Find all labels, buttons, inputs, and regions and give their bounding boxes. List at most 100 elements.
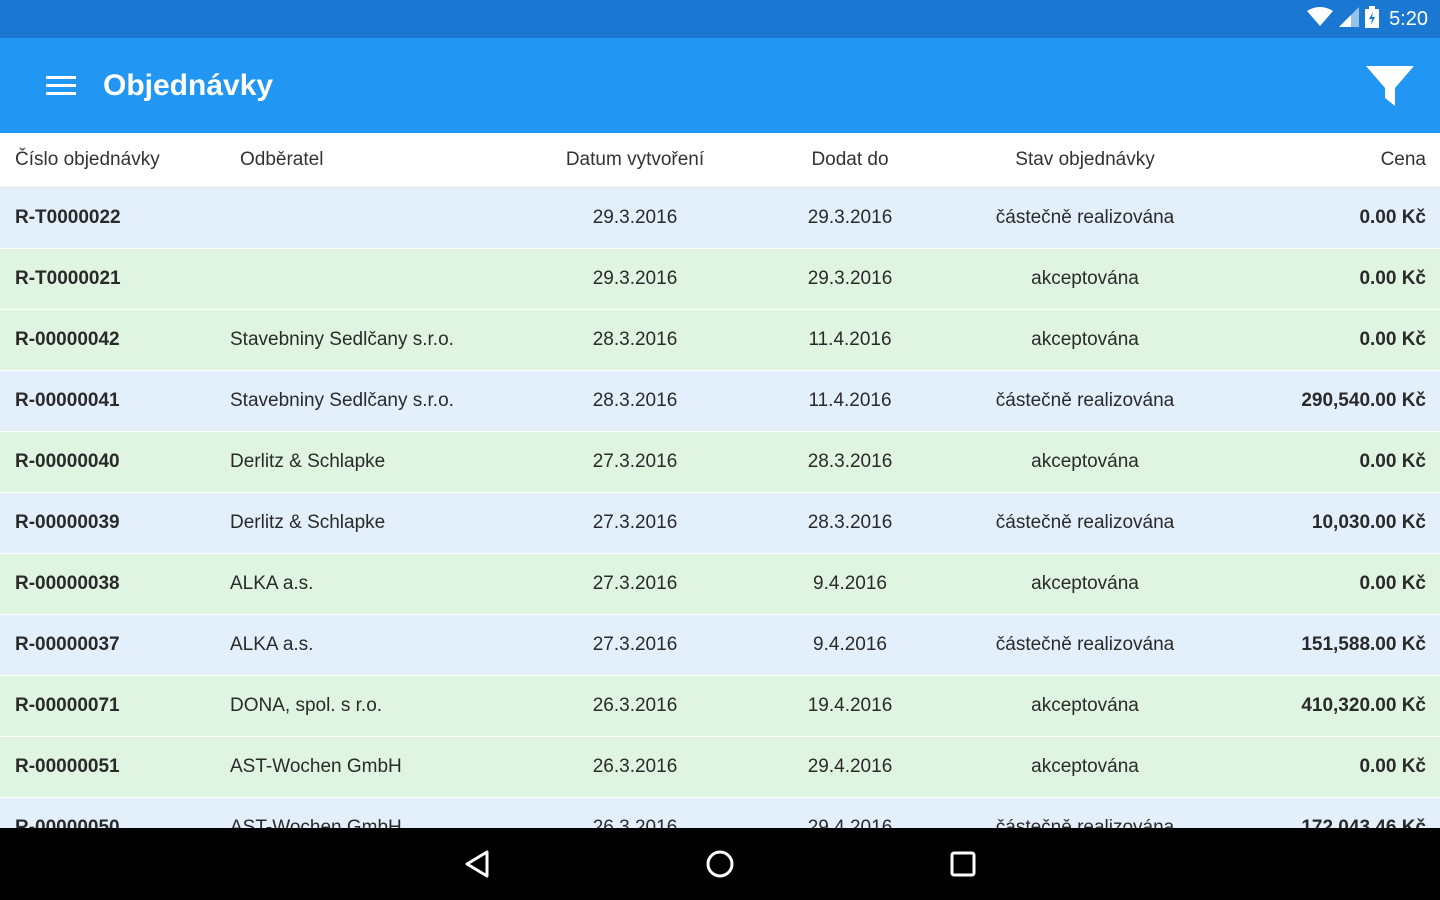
cell-created-date: 29.3.2016 <box>592 207 678 228</box>
cell-customer: Derlitz & Schlapke <box>230 512 386 533</box>
cell-created-date: 27.3.2016 <box>592 634 678 655</box>
battery-icon <box>1365 5 1380 33</box>
cell-order-number: R-00000042 <box>15 329 120 350</box>
table-row[interactable]: R-00000050 AST-Wochen GmbH 26.3.2016 29.4.2… <box>0 798 1440 828</box>
cell-status: akceptována <box>1031 329 1139 350</box>
cell-deliver-date: 11.4.2016 <box>808 329 892 350</box>
cell-created-date: 26.3.2016 <box>592 756 678 777</box>
cell-status: částečně realizována <box>995 512 1175 533</box>
cell-deliver-date: 29.3.2016 <box>807 268 893 289</box>
cell-price: 290,540.00 Kč <box>1301 390 1426 411</box>
cell-order-number: R-00000050 <box>15 817 120 828</box>
cell-price: 410,320.00 Kč <box>1301 695 1426 716</box>
filter-icon[interactable] <box>1362 58 1418 114</box>
cell-customer: ALKA a.s. <box>230 573 314 594</box>
cell-deliver-date: 11.4.2016 <box>808 390 892 411</box>
cell-customer: AST-Wochen GmbH <box>230 756 402 777</box>
cell-price: 10,030.00 Kč <box>1311 512 1426 533</box>
cell-deliver-date: 9.4.2016 <box>813 573 887 594</box>
cell-customer: ALKA a.s. <box>230 634 314 655</box>
navigation-bar <box>0 828 1440 900</box>
cell-deliver-date: 29.4.2016 <box>807 817 893 828</box>
table-row[interactable]: R-00000039 Derlitz & Schlapke 27.3.2016 28.… <box>0 493 1440 554</box>
cell-order-number: R-00000039 <box>15 512 120 533</box>
cell-created-date: 28.3.2016 <box>592 390 678 411</box>
table-row[interactable]: R-00000071 DONA, spol. s r.o. 26.3.2016 19.… <box>0 676 1440 737</box>
cell-order-number: R-00000038 <box>15 573 120 594</box>
column-header-deliver[interactable]: Dodat do <box>760 133 940 187</box>
cell-deliver-date: 29.3.2016 <box>807 207 893 228</box>
orders-table: Číslo objednávky Odběratel Datum vytvoře… <box>0 133 1440 828</box>
cell-created-date: 26.3.2016 <box>592 695 678 716</box>
cell-status: akceptována <box>1031 573 1139 594</box>
cell-order-number: R-T0000021 <box>15 268 121 289</box>
wifi-icon <box>1307 6 1334 32</box>
column-header-customer[interactable]: Odběratel <box>240 133 540 187</box>
cell-status: částečně realizována <box>995 817 1175 828</box>
table-row[interactable]: R-T0000022 29.3.2016 29.3.2016 částečně rea… <box>0 188 1440 249</box>
cell-order-number: R-00000037 <box>15 634 120 655</box>
cell-order-number: R-T0000022 <box>15 207 121 228</box>
table-row[interactable]: R-00000040 Derlitz & Schlapke 27.3.2016 28.… <box>0 432 1440 493</box>
hamburger-menu-icon[interactable] <box>34 66 88 106</box>
cell-price: 0.00 Kč <box>1359 268 1426 289</box>
cell-created-date: 27.3.2016 <box>592 573 678 594</box>
cell-price: 0.00 Kč <box>1359 207 1426 228</box>
cell-deliver-date: 9.4.2016 <box>813 634 887 655</box>
cell-customer <box>230 188 530 248</box>
table-row[interactable]: R-T0000021 29.3.2016 29.3.2016 akceptována 0… <box>0 249 1440 310</box>
cell-order-number: R-00000041 <box>15 390 120 411</box>
cell-price: 0.00 Kč <box>1359 329 1426 350</box>
cell-status: částečně realizována <box>995 390 1175 411</box>
table-body: R-T0000022 29.3.2016 29.3.2016 částečně rea… <box>0 188 1440 828</box>
cell-status: částečně realizována <box>995 207 1175 228</box>
table-row[interactable]: R-00000051 AST-Wochen GmbH 26.3.2016 29.4.2… <box>0 737 1440 798</box>
cell-status: částečně realizována <box>995 634 1175 655</box>
cell-price: 0.00 Kč <box>1359 451 1426 472</box>
column-header-price[interactable]: Cena <box>1206 133 1426 187</box>
cell-price: 151,588.00 Kč <box>1301 634 1426 655</box>
cell-customer <box>230 249 530 309</box>
cell-created-date: 29.3.2016 <box>592 268 678 289</box>
cell-price: 0.00 Kč <box>1359 573 1426 594</box>
table-row[interactable]: R-00000042 Stavebniny Sedlčany s.r.o. 28.3… <box>0 310 1440 371</box>
cell-status: akceptována <box>1031 756 1139 777</box>
cell-price: 0.00 Kč <box>1359 756 1426 777</box>
cell-deliver-date: 28.3.2016 <box>807 512 893 533</box>
cell-deliver-date: 28.3.2016 <box>807 451 893 472</box>
table-row[interactable]: R-00000037 ALKA a.s. 27.3.2016 9.4.2016 část… <box>0 615 1440 676</box>
cell-status: akceptována <box>1031 695 1139 716</box>
column-header-status[interactable]: Stav objednávky <box>960 133 1210 187</box>
cell-order-number: R-00000051 <box>15 756 120 777</box>
home-icon[interactable] <box>690 838 750 890</box>
cell-customer: Stavebniny Sedlčany s.r.o. <box>230 329 454 350</box>
cell-order-number: R-00000071 <box>15 695 120 716</box>
status-icons: 5:20 <box>1307 0 1428 38</box>
cell-status: akceptována <box>1031 451 1139 472</box>
cell-created-date: 28.3.2016 <box>592 329 678 350</box>
column-header-created[interactable]: Datum vytvoření <box>540 133 730 187</box>
cell-customer: AST-Wochen GmbH <box>230 817 402 828</box>
cell-deliver-date: 19.4.2016 <box>807 695 893 716</box>
cell-deliver-date: 29.4.2016 <box>807 756 893 777</box>
page-title: Objednávky <box>103 69 274 102</box>
cell-created-date: 27.3.2016 <box>592 512 678 533</box>
column-header-number[interactable]: Číslo objednávky <box>15 133 215 187</box>
cell-created-date: 27.3.2016 <box>592 451 678 472</box>
status-time: 5:20 <box>1389 7 1428 30</box>
back-icon[interactable] <box>448 838 508 890</box>
app-bar: Objednávky <box>0 38 1440 133</box>
status-bar: 5:20 <box>0 0 1440 38</box>
recent-apps-icon[interactable] <box>933 838 993 890</box>
cell-customer: Derlitz & Schlapke <box>230 451 386 472</box>
cell-order-number: R-00000040 <box>15 451 120 472</box>
table-header: Číslo objednávky Odběratel Datum vytvoře… <box>0 133 1440 188</box>
cell-customer: Stavebniny Sedlčany s.r.o. <box>230 390 454 411</box>
cell-created-date: 26.3.2016 <box>592 817 678 828</box>
table-row[interactable]: R-00000041 Stavebniny Sedlčany s.r.o. 28.3… <box>0 371 1440 432</box>
table-row[interactable]: R-00000038 ALKA a.s. 27.3.2016 9.4.2016 akce… <box>0 554 1440 615</box>
cell-customer: DONA, spol. s r.o. <box>230 695 383 716</box>
cell-price: 172,043.46 Kč <box>1301 817 1426 828</box>
signal-icon <box>1339 6 1360 32</box>
cell-status: akceptována <box>1031 268 1139 289</box>
